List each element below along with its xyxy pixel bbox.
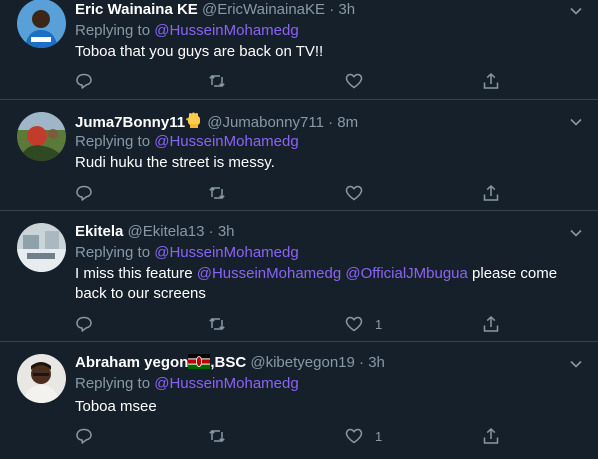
timestamp[interactable]: 3h (218, 223, 235, 240)
retweet-button[interactable] (208, 183, 226, 203)
tweet-actions: 1 (75, 426, 515, 446)
retweet-button[interactable] (208, 71, 226, 91)
timestamp[interactable]: 3h (368, 354, 385, 371)
separator-dot: · (328, 114, 334, 131)
tweet-actions (75, 183, 515, 203)
separator-dot: · (359, 354, 365, 371)
tweet-header: Juma7Bonny11 @Jumabonny711 · 8m (75, 111, 358, 133)
share-icon (483, 72, 499, 89)
user-handle[interactable]: @Jumabonny711 (207, 114, 324, 131)
reply-tweet[interactable]: Ekitela @Ekitela13 · 3h Replying to @Hus… (0, 211, 598, 342)
reply-tweet[interactable]: Eric Wainaina KE @EricWainainaKE · 3h Re… (0, 0, 598, 100)
like-button[interactable] (345, 183, 375, 203)
retweet-icon (209, 186, 225, 200)
reply-button[interactable] (75, 183, 93, 203)
avatar[interactable] (17, 223, 66, 272)
chevron-down-icon[interactable] (568, 114, 584, 130)
share-icon (483, 315, 499, 332)
timestamp[interactable]: 8m (337, 114, 358, 131)
share-icon (483, 427, 499, 444)
heart-icon (345, 73, 363, 89)
timestamp[interactable]: 3h (338, 1, 355, 18)
share-button[interactable] (482, 183, 500, 203)
retweet-button[interactable] (208, 314, 226, 334)
text-mention[interactable]: @OfficialJMbugua (345, 265, 468, 282)
like-button[interactable]: 1 (345, 314, 382, 334)
replying-to-line: Replying to @HusseinMohamedg (75, 132, 299, 152)
replying-to-label: Replying to (75, 22, 151, 39)
retweet-icon (209, 429, 225, 443)
reply-button[interactable] (75, 314, 93, 334)
user-handle[interactable]: @EricWainainaKE (202, 1, 325, 18)
share-button[interactable] (482, 426, 500, 446)
replies-timeline: Eric Wainaina KE @EricWainainaKE · 3h Re… (0, 0, 598, 459)
replying-to-mention[interactable]: @HusseinMohamedg (154, 22, 298, 39)
share-button[interactable] (482, 314, 500, 334)
user-handle[interactable]: @Ekitela13 (128, 223, 205, 240)
tweet-text: Rudi huku the street is messy. (75, 154, 275, 171)
like-count: 1 (375, 428, 383, 444)
avatar[interactable] (17, 112, 66, 161)
tweet-text: Toboa msee (75, 398, 157, 415)
reply-icon (76, 316, 92, 332)
chevron-down-icon[interactable] (568, 3, 584, 19)
replying-to-label: Replying to (75, 244, 151, 261)
replying-to-line: Replying to @HusseinMohamedg (75, 374, 299, 394)
share-button[interactable] (482, 71, 500, 91)
kenya-flag-emoji (188, 354, 211, 369)
display-name[interactable]: Juma7Bonny11 (75, 112, 203, 131)
share-icon (483, 184, 499, 201)
reply-icon (76, 185, 92, 201)
replying-to-label: Replying to (75, 375, 151, 392)
retweet-icon (209, 317, 225, 331)
chevron-down-icon[interactable] (568, 225, 584, 241)
display-name[interactable]: Eric Wainaina KE (75, 1, 198, 18)
text-mention[interactable]: @HusseinMohamedg (197, 265, 341, 282)
heart-icon (345, 185, 363, 201)
separator-dot: · (329, 1, 335, 18)
reply-tweet[interactable]: Juma7Bonny11 @Jumabonny711 · 8m Replying… (0, 100, 598, 211)
replying-to-line: Replying to @HusseinMohamedg (75, 21, 299, 41)
replying-to-line: Replying to @HusseinMohamedg (75, 243, 299, 263)
replying-to-label: Replying to (75, 133, 151, 150)
tweet-header: Abraham yegon ,BSC @kibetyegon19 · 3h (75, 353, 385, 373)
heart-icon (345, 428, 363, 444)
tweet-text: Toboa that you guys are back on TV!! (75, 43, 324, 60)
replying-to-mention[interactable]: @HusseinMohamedg (154, 133, 298, 150)
reply-button[interactable] (75, 426, 93, 446)
raised-fist-emoji (185, 112, 201, 128)
tweet-actions (75, 71, 515, 91)
tweet-header: Eric Wainaina KE @EricWainainaKE · 3h (75, 0, 355, 20)
tweet-actions: 1 (75, 314, 515, 334)
reply-tweet[interactable]: Abraham yegon ,BSC @kibetyegon19 · 3h Rep… (0, 342, 598, 459)
avatar[interactable] (17, 0, 66, 48)
retweet-icon (209, 74, 225, 88)
user-handle[interactable]: @kibetyegon19 (250, 354, 354, 371)
display-name[interactable]: Ekitela (75, 223, 123, 240)
reply-button[interactable] (75, 71, 93, 91)
like-button[interactable]: 1 (345, 426, 382, 446)
reply-icon (76, 428, 92, 444)
heart-icon (345, 316, 363, 332)
display-name[interactable]: Abraham yegon ,BSC (75, 354, 246, 371)
retweet-button[interactable] (208, 426, 226, 446)
separator-dot: · (208, 223, 214, 240)
tweet-text: I miss this feature @HusseinMohamedg @Of… (75, 264, 580, 304)
chevron-down-icon[interactable] (568, 356, 584, 372)
replying-to-mention[interactable]: @HusseinMohamedg (154, 375, 298, 392)
replying-to-mention[interactable]: @HusseinMohamedg (154, 244, 298, 261)
like-button[interactable] (345, 71, 375, 91)
tweet-header: Ekitela @Ekitela13 · 3h (75, 222, 235, 242)
reply-icon (76, 73, 92, 89)
like-count: 1 (375, 316, 383, 332)
avatar[interactable] (17, 354, 66, 403)
text-segment: I miss this feature (75, 265, 197, 282)
